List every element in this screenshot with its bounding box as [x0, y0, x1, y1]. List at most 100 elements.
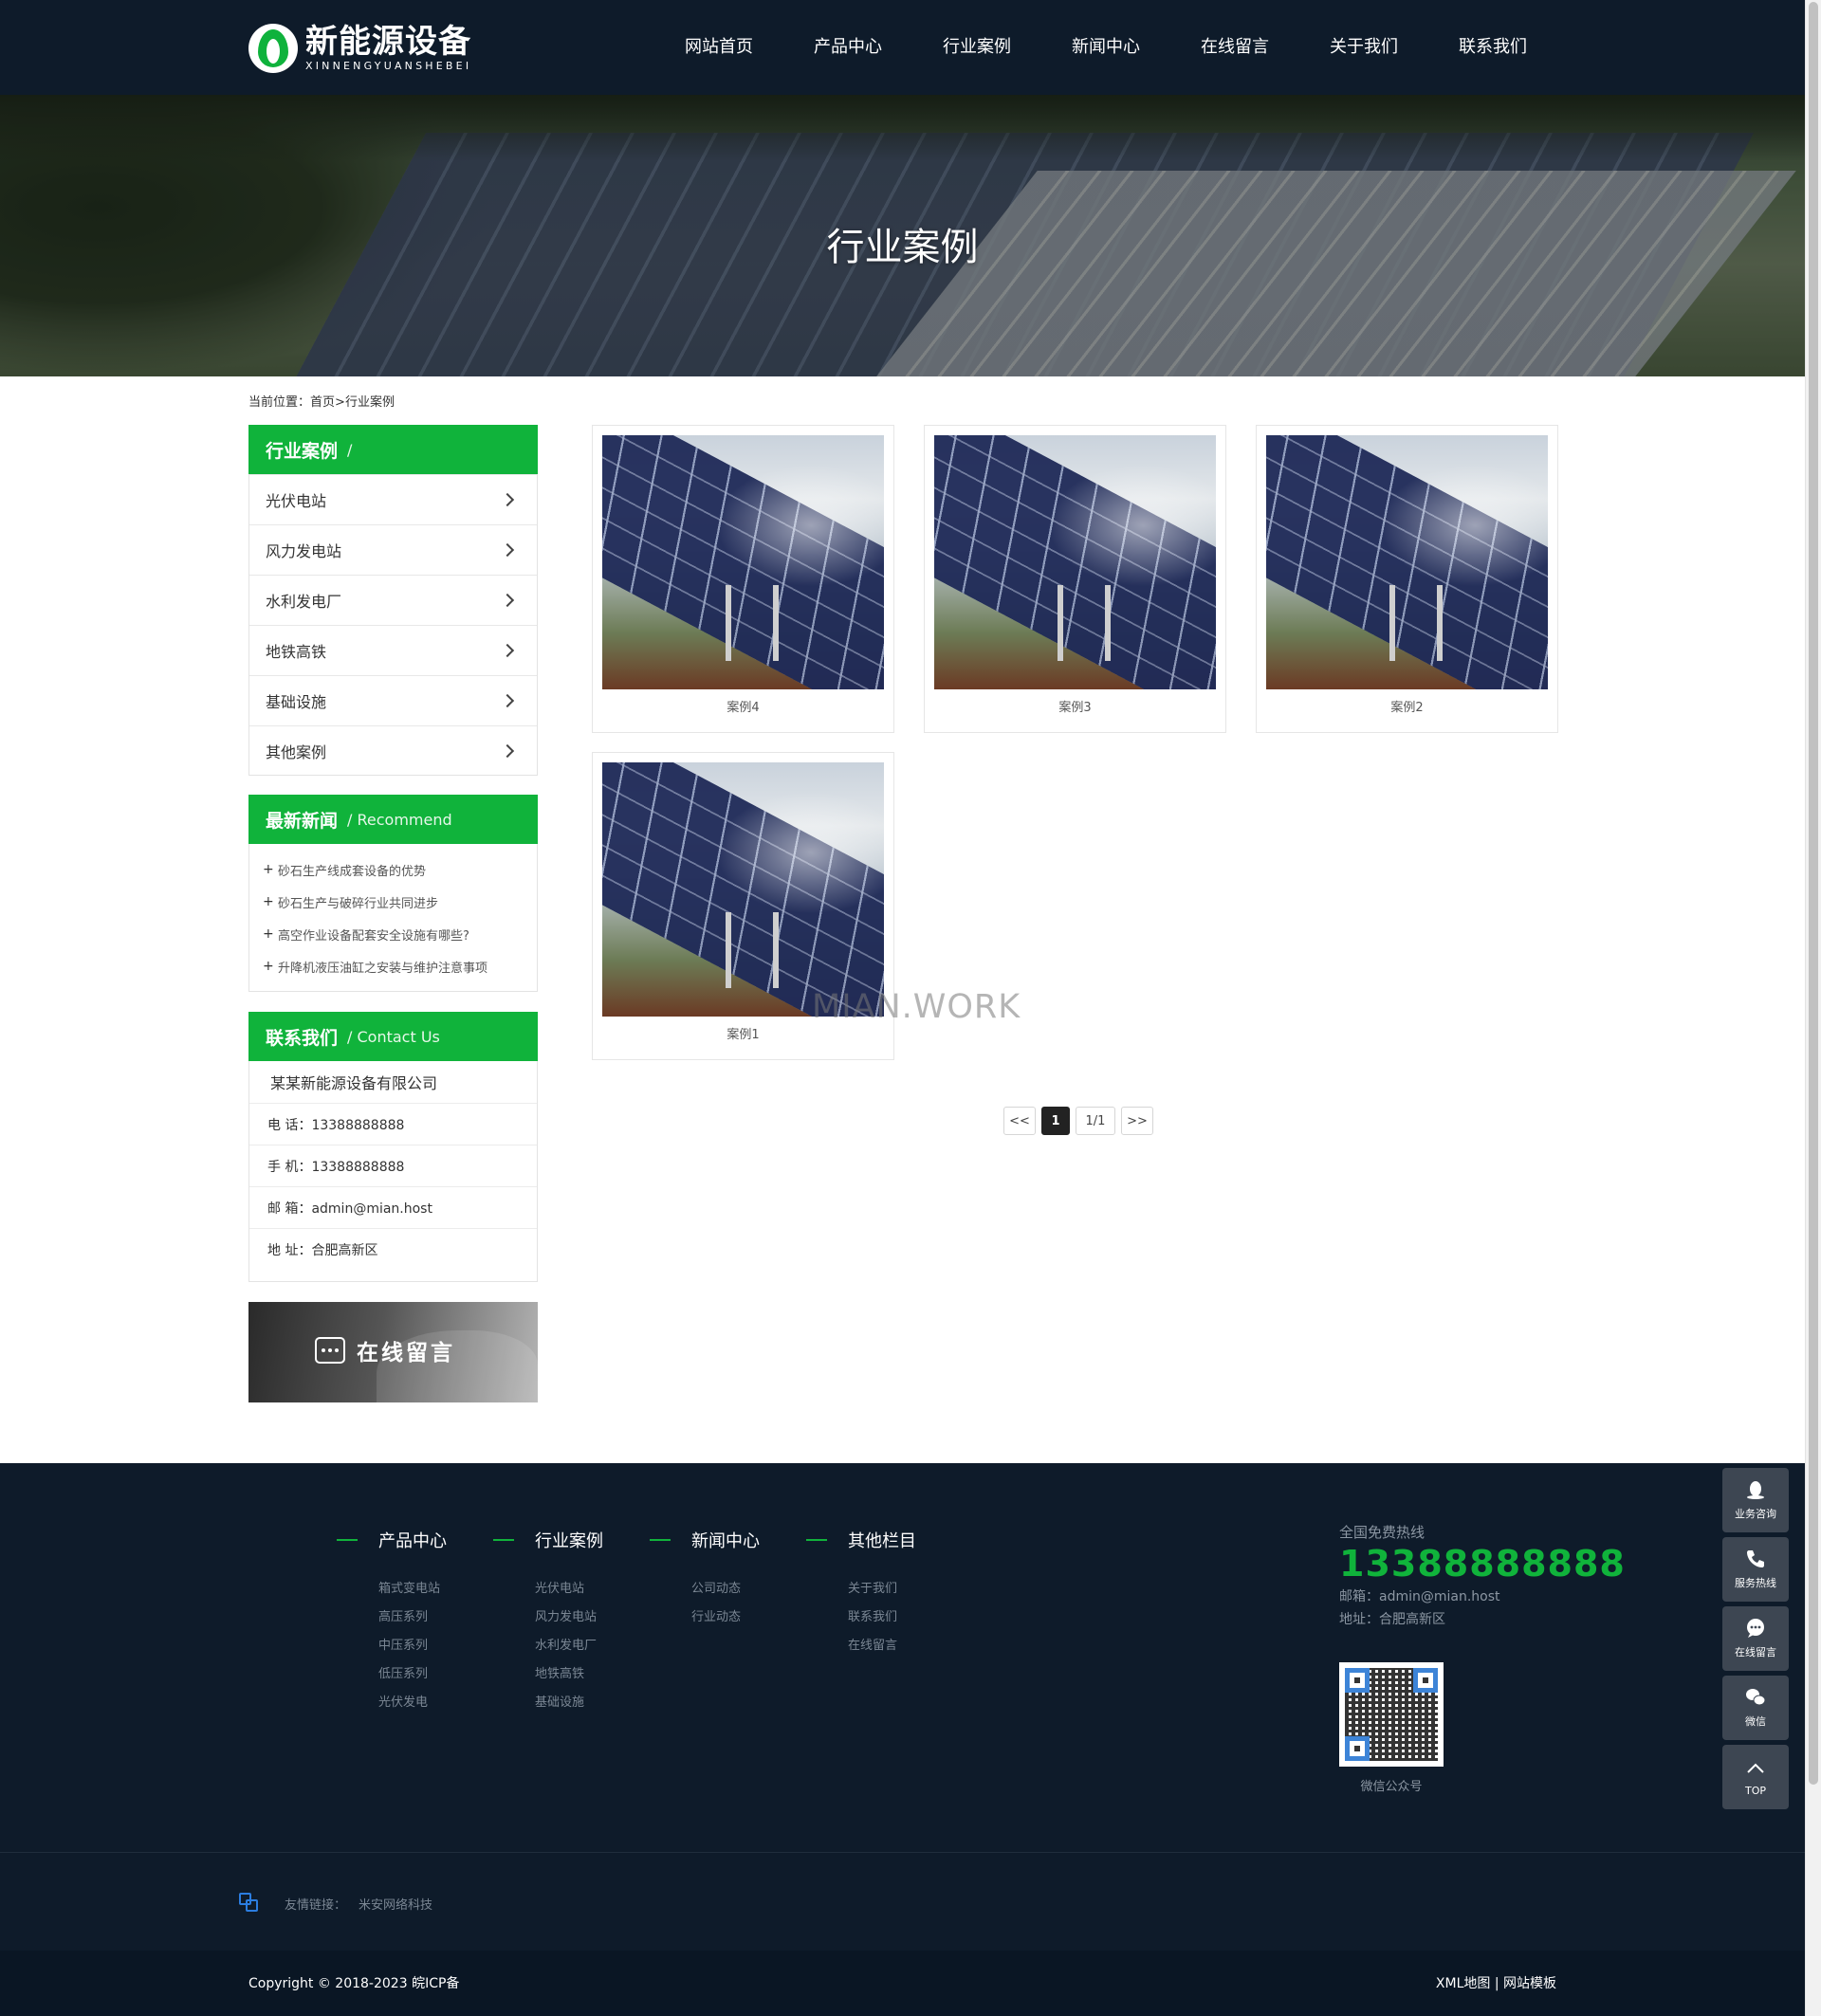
contact-email: 邮 箱：admin@mian.host — [249, 1186, 537, 1228]
news-box-sub: / Recommend — [347, 810, 452, 829]
footer-link[interactable]: 关于我们 — [848, 1575, 916, 1604]
nav-products[interactable]: 产品中心 — [783, 0, 912, 95]
category-item[interactable]: 地铁高铁 — [249, 625, 537, 675]
chevron-right-icon — [500, 593, 515, 608]
footer-link[interactable]: 地铁高铁 — [535, 1660, 603, 1689]
footer-link[interactable]: 行业动态 — [691, 1604, 760, 1632]
hotline-button[interactable]: 服务热线 — [1722, 1537, 1789, 1602]
footer-link[interactable]: 基础设施 — [535, 1689, 603, 1717]
sitemap-links[interactable]: XML地图 | 网站模板 — [1436, 1973, 1556, 1992]
category-item[interactable]: 其他案例 — [249, 725, 537, 776]
back-to-top-button[interactable]: TOP — [1722, 1745, 1789, 1809]
case-title[interactable]: 案例3 — [925, 697, 1225, 715]
watermark-text: MIAN.WORK — [812, 988, 1021, 1026]
news-item[interactable]: + 砂石生产与破碎行业共同进步 — [263, 886, 537, 918]
footer-column-title[interactable]: 产品中心 — [378, 1528, 447, 1552]
footer-link[interactable]: 光伏电站 — [535, 1575, 603, 1604]
nav-home[interactable]: 网站首页 — [654, 0, 783, 95]
footer-column-title[interactable]: 新闻中心 — [691, 1528, 760, 1552]
news-item[interactable]: + 高空作业设备配套安全设施有哪些? — [263, 918, 537, 950]
footer-link[interactable]: 水利发电厂 — [535, 1632, 603, 1660]
plus-icon: + — [263, 926, 274, 942]
category-box-title: 行业案例 — [266, 440, 339, 462]
case-image[interactable] — [934, 435, 1216, 689]
category-label: 光伏电站 — [266, 492, 327, 510]
site-logo[interactable]: 新能源设备 XINNENGYUANSHEBEI — [248, 23, 471, 74]
category-item[interactable]: 风力发电站 — [249, 524, 537, 575]
chat-icon — [1747, 1619, 1764, 1638]
footer-column-title[interactable]: 行业案例 — [535, 1528, 603, 1552]
nav-cases[interactable]: 行业案例 — [912, 0, 1041, 95]
case-image[interactable] — [1266, 435, 1548, 689]
footer-column: 其他栏目 关于我们 联系我们 在线留言 — [806, 1528, 916, 1660]
news-item[interactable]: + 升降机液压油缸之安装与维护注意事项 — [263, 950, 537, 982]
breadcrumb-current[interactable]: 行业案例 — [345, 395, 395, 410]
footer-column-title[interactable]: 其他栏目 — [848, 1528, 916, 1552]
wechat-icon — [1746, 1689, 1766, 1706]
case-card[interactable]: 案例3 — [924, 425, 1226, 733]
nav-message[interactable]: 在线留言 — [1170, 0, 1299, 95]
plus-icon: + — [263, 862, 274, 877]
floating-toolbar: 业务咨询 服务热线 在线留言 微信 TOP — [1722, 1468, 1789, 1814]
case-title[interactable]: 案例2 — [1257, 697, 1557, 715]
category-box-header: 行业案例 / — [248, 425, 538, 474]
page-info: 1/1 — [1076, 1107, 1115, 1135]
case-title[interactable]: 案例1 — [593, 1024, 893, 1042]
news-item[interactable]: + 砂石生产线成套设备的优势 — [263, 853, 537, 886]
category-item[interactable]: 基础设施 — [249, 675, 537, 725]
nav-about[interactable]: 关于我们 — [1299, 0, 1428, 95]
prev-page-button[interactable]: << — [1003, 1107, 1036, 1135]
header: 新能源设备 XINNENGYUANSHEBEI 网站首页 产品中心 行业案例 新… — [0, 0, 1805, 95]
case-image[interactable] — [602, 762, 884, 1017]
wechat-button[interactable]: 微信 — [1722, 1676, 1789, 1740]
hotline-block: 全国免费热线 13388888888 邮箱：admin@mian.host 地址… — [1339, 1522, 1626, 1631]
contact-address: 地 址：合肥高新区 — [249, 1228, 537, 1270]
footer-link[interactable]: 箱式变电站 — [378, 1575, 447, 1604]
news-title: 高空作业设备配套安全设施有哪些? — [278, 928, 469, 944]
dash-icon — [493, 1539, 514, 1541]
footer-link[interactable]: 低压系列 — [378, 1660, 447, 1689]
category-item[interactable]: 光伏电站 — [249, 474, 537, 524]
footer-link[interactable]: 公司动态 — [691, 1575, 760, 1604]
footer-link[interactable]: 在线留言 — [848, 1632, 916, 1660]
online-message-banner[interactable]: 在线留言 — [248, 1302, 538, 1402]
chevron-right-icon — [500, 643, 515, 658]
float-label: 在线留言 — [1735, 1646, 1776, 1659]
pagination: << 1 1/1 >> — [1003, 1107, 1153, 1135]
copyright-bar: Copyright © 2018-2023 皖ICP备 XML地图 | 网站模板 — [0, 1951, 1805, 2016]
breadcrumb-separator: > — [335, 395, 345, 410]
chat-bubble-icon — [315, 1337, 345, 1364]
banner-title: 行业案例 — [826, 226, 979, 269]
category-item[interactable]: 水利发电厂 — [249, 575, 537, 625]
breadcrumb-home[interactable]: 首页 — [310, 395, 335, 410]
case-title[interactable]: 案例4 — [593, 697, 893, 715]
qq-consult-button[interactable]: 业务咨询 — [1722, 1468, 1789, 1532]
scrollbar-thumb[interactable] — [1809, 2, 1818, 1785]
footer-link[interactable]: 风力发电站 — [535, 1604, 603, 1632]
nav-news[interactable]: 新闻中心 — [1041, 0, 1170, 95]
current-page[interactable]: 1 — [1041, 1107, 1070, 1135]
next-page-button[interactable]: >> — [1121, 1107, 1153, 1135]
friend-link[interactable]: 米安网络科技 — [359, 1895, 432, 1913]
case-card[interactable]: 案例2 — [1256, 425, 1558, 733]
footer-link[interactable]: 高压系列 — [378, 1604, 447, 1632]
contact-phone: 电 话：13388888888 — [249, 1103, 537, 1145]
contact-box-title: 联系我们 — [266, 1027, 339, 1049]
case-image[interactable] — [602, 435, 884, 689]
chevron-right-icon — [500, 743, 515, 759]
friend-links-label: 友情链接： — [285, 1898, 347, 1913]
page-scrollbar[interactable] — [1805, 0, 1821, 2016]
case-card[interactable]: 案例4 — [592, 425, 894, 733]
company-name: 某某新能源设备有限公司 — [270, 1074, 438, 1092]
news-box: 最新新闻 / Recommend + 砂石生产线成套设备的优势 + 砂石生产与破碎行… — [248, 795, 538, 992]
nav-contact[interactable]: 联系我们 — [1428, 0, 1557, 95]
chevron-up-icon — [1747, 1763, 1764, 1773]
page: 新能源设备 XINNENGYUANSHEBEI 网站首页 产品中心 行业案例 新… — [0, 0, 1821, 2016]
contact-box: 联系我们 / Contact Us 某某新能源设备有限公司 电 话：133888… — [248, 1012, 538, 1282]
qr-label: 微信公众号 — [1360, 1780, 1423, 1794]
footer-link[interactable]: 中压系列 — [378, 1632, 447, 1660]
contact-mobile: 手 机：13388888888 — [249, 1145, 537, 1186]
footer-link[interactable]: 联系我们 — [848, 1604, 916, 1632]
online-message-button[interactable]: 在线留言 — [1722, 1606, 1789, 1671]
footer-link[interactable]: 光伏发电 — [378, 1689, 447, 1717]
